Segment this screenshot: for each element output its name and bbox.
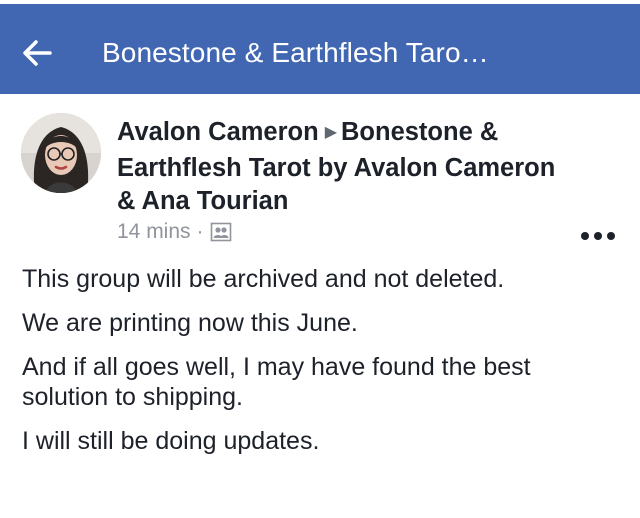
top-navigation-bar: Bonestone & Earthflesh Taro… (0, 0, 640, 94)
post-paragraph: And if all goes well, I may have found t… (22, 353, 531, 411)
group-members-icon (210, 222, 231, 242)
more-options-button[interactable] (578, 226, 618, 246)
more-horizontal-icon (581, 232, 615, 240)
arrow-left-icon (23, 40, 52, 66)
meta-separator: · (196, 220, 204, 243)
triangle-right-icon: ▶ (324, 124, 337, 141)
author-name[interactable]: Avalon Cameron (117, 118, 319, 146)
post-paragraph: This group will be archived and not dele… (22, 265, 505, 293)
back-button[interactable] (20, 34, 60, 74)
post-body: This group will be archived and not dele… (22, 264, 622, 470)
post-paragraph: I will still be doing updates. (22, 427, 320, 455)
group-title[interactable]: Bonestone & Earthflesh Taro… (102, 37, 489, 69)
post-paragraph: We are printing now this June. (22, 309, 358, 337)
post-meta: 14 mins · (117, 220, 232, 244)
timestamp[interactable]: 14 mins (117, 220, 191, 244)
avatar[interactable] (21, 113, 101, 193)
post-card: Avalon Cameron ▶ Bonestone & Earthflesh Ta… (0, 94, 640, 518)
post-header: Avalon Cameron ▶ Bonestone & Earthflesh Ta… (117, 116, 567, 218)
